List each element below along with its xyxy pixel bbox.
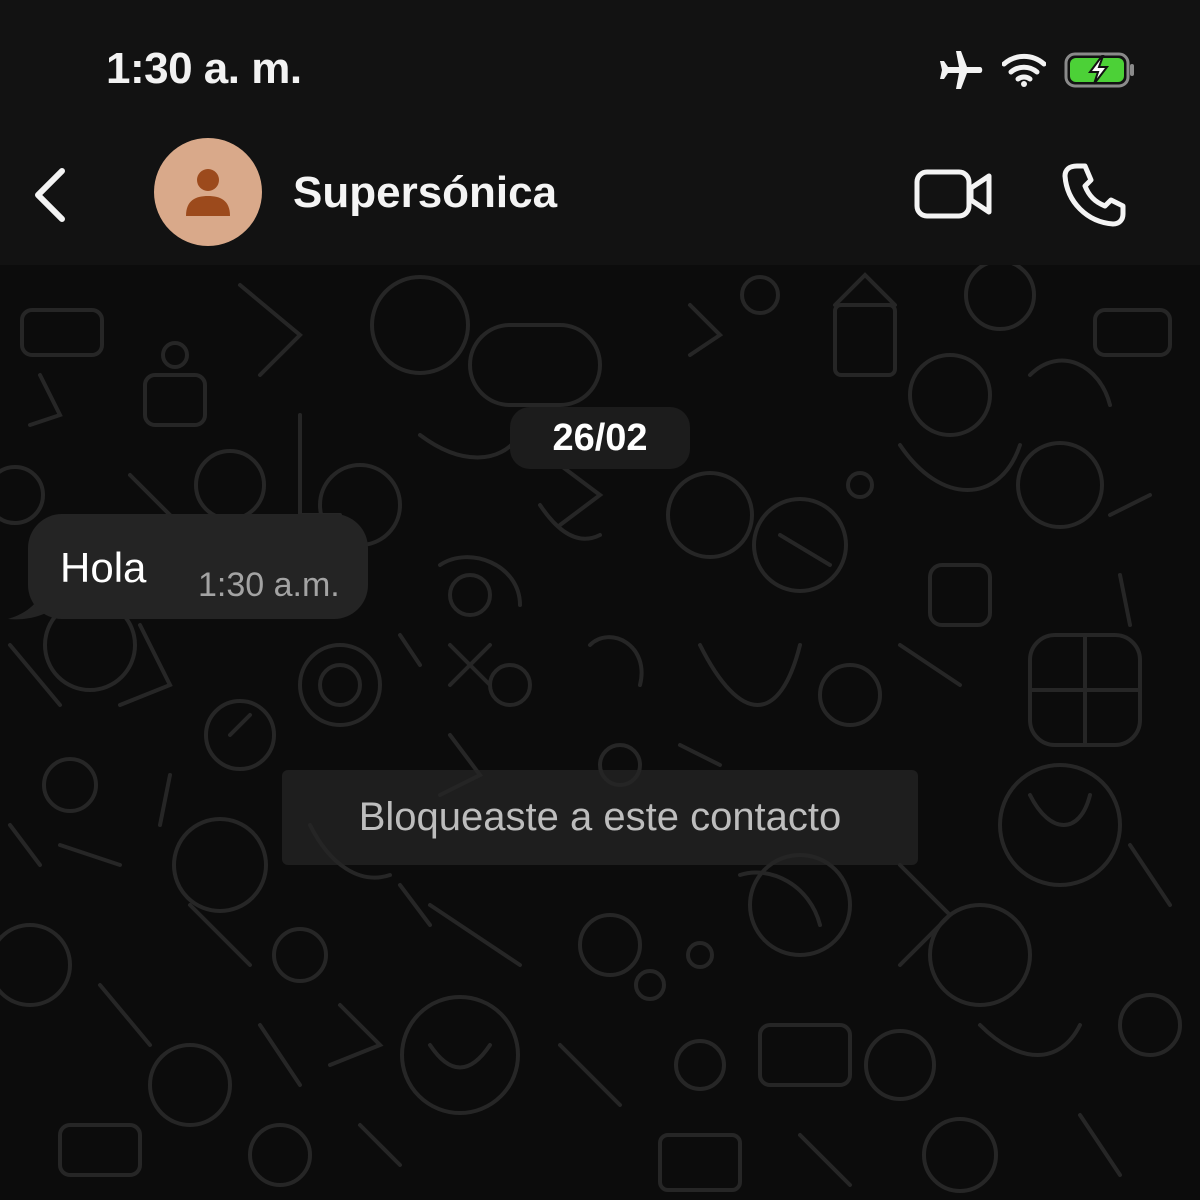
message-text: Hola <box>60 544 147 591</box>
back-button[interactable] <box>22 163 78 227</box>
airplane-icon <box>936 49 984 96</box>
chat-screen: 1:30 a. m. Supersónica 26/02 Hola 1:30 a… <box>0 0 1200 1200</box>
avatar[interactable] <box>154 138 262 246</box>
phone-icon <box>1062 163 1126 227</box>
chat-header: Supersónica <box>0 135 1200 265</box>
status-bar: 1:30 a. m. <box>0 0 1200 135</box>
contact-name[interactable]: Supersónica <box>293 168 557 218</box>
date-chip: 26/02 <box>510 407 690 469</box>
battery-charging-icon <box>1064 51 1136 94</box>
status-icons <box>936 48 1136 96</box>
chat-area[interactable]: 26/02 Hola 1:30 a.m. Bloqueaste a este c… <box>0 265 1200 1200</box>
chevron-left-icon <box>35 168 65 222</box>
status-time: 1:30 a. m. <box>106 44 302 93</box>
video-camera-icon <box>914 169 992 219</box>
video-call-button[interactable] <box>908 159 998 229</box>
chat-wallpaper <box>0 265 1182 1193</box>
voice-call-button[interactable] <box>1056 157 1132 233</box>
message-time: 1:30 a.m. <box>198 566 340 604</box>
person-icon <box>186 169 230 216</box>
blocked-contact-notice[interactable]: Bloqueaste a este contacto <box>282 770 918 865</box>
message-bubble[interactable]: Hola 1:30 a.m. <box>28 514 368 619</box>
wifi-icon <box>1001 53 1047 92</box>
